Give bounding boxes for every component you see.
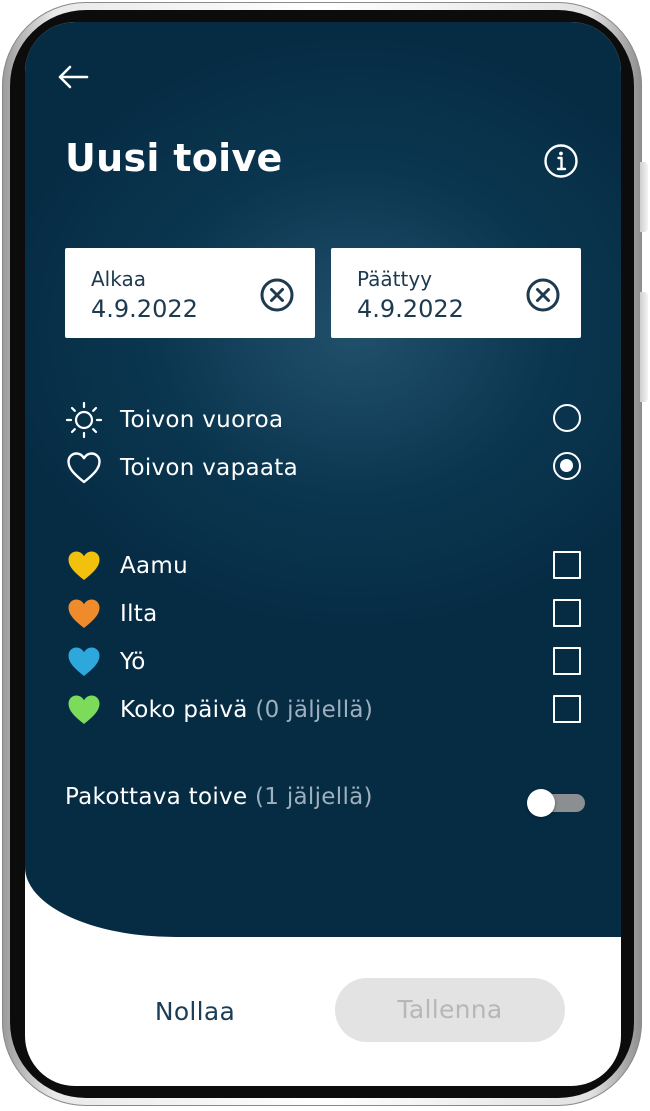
shift-night-option[interactable]: Yö [65,642,581,682]
shift-night-checkbox[interactable] [553,647,581,675]
wish-shift-radio[interactable] [553,404,581,432]
wish-shift-label: Toivon vuoroa [120,407,284,433]
shift-night-label: Yö [120,649,146,675]
shift-full-day-checkbox[interactable] [553,695,581,723]
toggle-thumb [527,789,555,817]
forced-wish-text: Pakottava toive (1 jäljellä) [65,784,373,810]
heart-green-icon [68,695,100,724]
shift-full-day-label: Koko päivä [120,697,248,723]
forced-wish-toggle[interactable] [527,789,585,817]
end-date-field[interactable]: Päättyy 4.9.2022 [331,248,581,338]
heart-blue-icon [68,647,100,676]
heart-outline-icon [67,452,101,484]
shift-evening-label: Ilta [120,601,158,627]
heart-orange-icon [68,599,100,628]
page-title: Uusi toive [65,136,283,180]
volume-up-button [640,162,648,232]
shift-full-day-option[interactable]: Koko päivä (0 jäljellä) [65,690,581,730]
info-icon[interactable] [543,143,579,179]
start-date-value: 4.9.2022 [91,295,198,323]
forced-wish-label: Pakottava toive [65,784,248,810]
shift-full-day-remaining: (0 jäljellä) [255,697,374,723]
sun-icon [65,401,103,439]
reset-button[interactable]: Nollaa [115,982,275,1042]
shift-morning-label: Aamu [120,553,189,579]
start-date-field[interactable]: Alkaa 4.9.2022 [65,248,315,338]
end-date-label: Päättyy [357,267,433,291]
forced-wish-remaining: (1 jäljellä) [255,784,373,810]
clear-end-date-icon[interactable] [525,277,561,313]
wish-day-off-label: Toivon vapaata [120,455,298,481]
wish-day-off-radio[interactable] [553,452,581,480]
shift-evening-option[interactable]: Ilta [65,594,581,634]
wish-shift-option[interactable]: Toivon vuoroa [65,400,581,440]
shift-full-day-text: Koko päivä (0 jäljellä) [120,697,373,723]
start-date-label: Alkaa [91,267,146,291]
shift-morning-checkbox[interactable] [553,551,581,579]
shift-morning-option[interactable]: Aamu [65,546,581,586]
end-date-value: 4.9.2022 [357,295,464,323]
back-arrow-icon[interactable] [55,62,91,92]
app-screen: Uusi toive Alkaa 4.9.2022 Päättyy 4.9.20… [25,22,621,1086]
clear-start-date-icon[interactable] [259,277,295,313]
power-button [640,292,648,402]
wish-day-off-option[interactable]: Toivon vapaata [65,448,581,488]
heart-yellow-icon [68,551,100,580]
radio-selected-dot [560,459,573,472]
save-button[interactable]: Tallenna [335,978,565,1042]
shift-evening-checkbox[interactable] [553,599,581,627]
